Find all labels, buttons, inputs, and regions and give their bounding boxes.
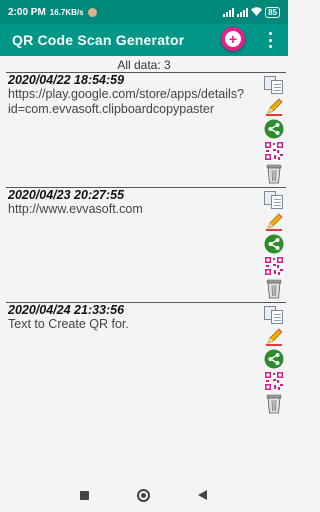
share-icon[interactable] (262, 233, 286, 255)
copy-icon[interactable] (262, 74, 286, 96)
plus-icon: + (225, 31, 241, 47)
all-data-count: All data: 3 (117, 58, 171, 72)
recent-apps-icon[interactable] (80, 491, 89, 500)
record-item[interactable]: 2020/04/22 18:54:59 https://play.google.… (6, 72, 286, 117)
record-date: 2020/04/22 18:54:59 (8, 73, 125, 87)
record-text: http://www.evvasoft.com (8, 202, 143, 216)
signal-icon-2 (237, 7, 249, 17)
record-date: 2020/04/24 21:33:56 (8, 303, 125, 317)
battery-icon: 85 (265, 6, 280, 18)
edit-icon[interactable] (262, 211, 286, 233)
status-left: 2:00 PM 16.7KB/s (8, 7, 97, 18)
copy-icon[interactable] (262, 304, 286, 326)
notification-icon (87, 7, 97, 17)
trash-icon[interactable] (262, 162, 286, 184)
status-time: 2:00 PM (8, 6, 46, 18)
status-bar: 2:00 PM 16.7KB/s 85 (0, 0, 288, 24)
qr-code-icon[interactable] (262, 140, 286, 162)
record-date: 2020/04/23 20:27:55 (8, 188, 125, 202)
record-item[interactable]: 2020/04/24 21:33:56 Text to Create QR fo… (6, 302, 286, 332)
record-text: https://play.google.com/store/apps/detai… (8, 87, 245, 116)
add-button[interactable]: + (221, 27, 245, 51)
network-speed: 16.7KB/s (49, 7, 84, 17)
record-item[interactable]: 2020/04/23 20:27:55 http://www.evvasoft.… (6, 187, 286, 217)
app-bar: QR Code Scan Generator + (0, 24, 288, 56)
app-title: QR Code Scan Generator (12, 32, 185, 48)
record-actions (262, 304, 286, 414)
record-actions (262, 189, 286, 299)
navigation-bar (0, 480, 288, 512)
trash-icon[interactable] (262, 277, 286, 299)
trash-icon[interactable] (262, 392, 286, 414)
more-options-icon[interactable] (264, 32, 276, 48)
share-icon[interactable] (262, 118, 286, 140)
edit-icon[interactable] (262, 96, 286, 118)
copy-icon[interactable] (262, 189, 286, 211)
edit-icon[interactable] (262, 326, 286, 348)
signal-icon (223, 7, 235, 17)
qr-code-icon[interactable] (262, 255, 286, 277)
status-right: 85 (223, 6, 280, 18)
back-icon[interactable] (198, 490, 207, 500)
wifi-icon (251, 6, 263, 18)
record-actions (262, 74, 286, 184)
qr-code-icon[interactable] (262, 370, 286, 392)
share-icon[interactable] (262, 348, 286, 370)
home-icon[interactable] (137, 489, 150, 502)
record-text: Text to Create QR for. (8, 317, 129, 331)
